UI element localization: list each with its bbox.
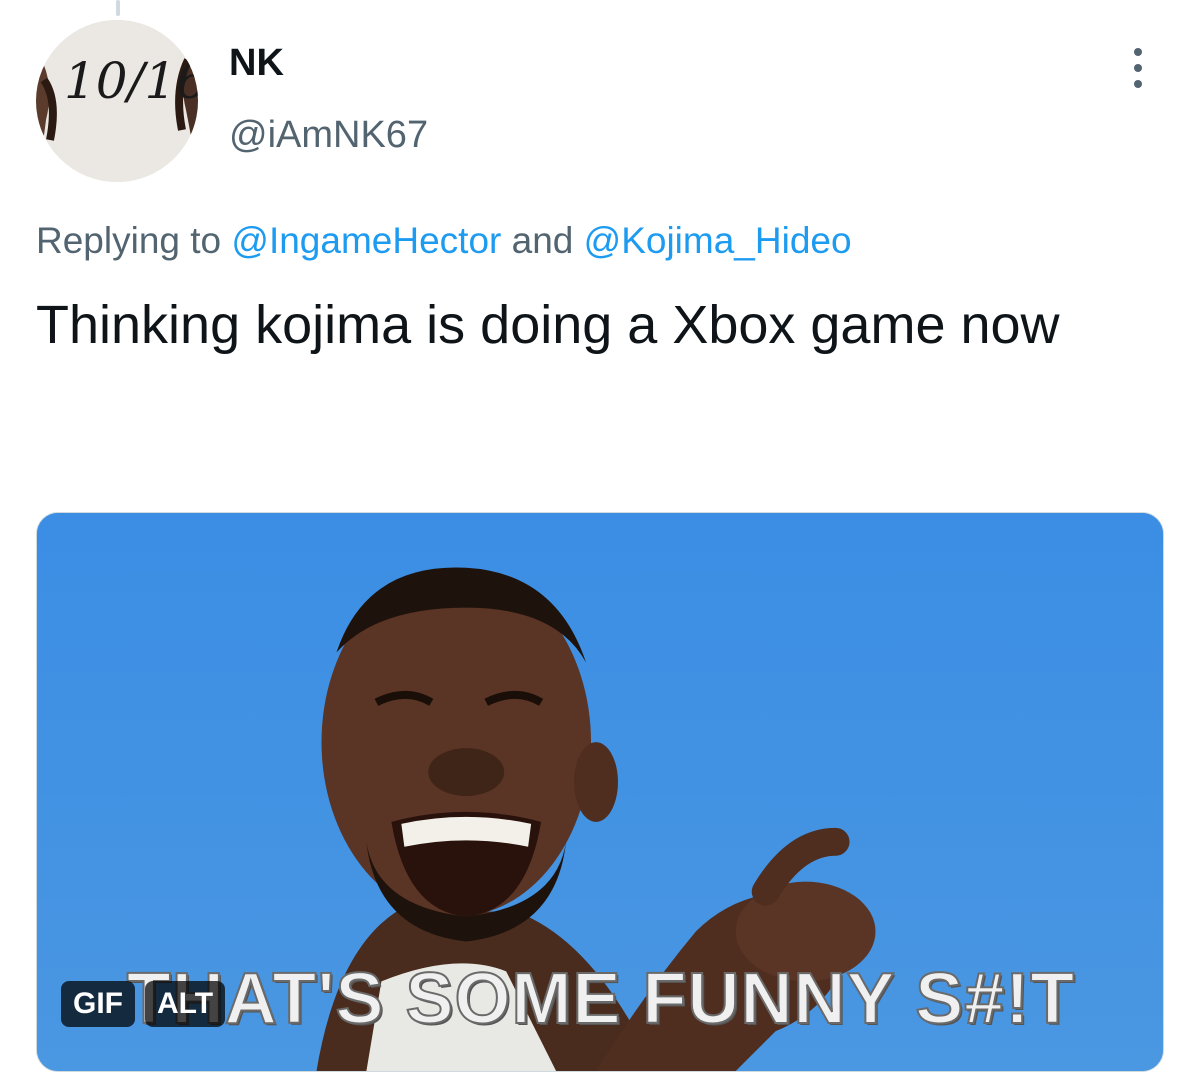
avatar[interactable]: 10/16 xyxy=(36,20,198,182)
author-handle[interactable]: @iAmNK67 xyxy=(229,116,428,154)
tweet-text: Thinking kojima is doing a Xbox game now xyxy=(36,295,1060,355)
more-options-button[interactable] xyxy=(1120,44,1156,94)
avatar-icon: 10/16 xyxy=(36,20,198,182)
alt-badge[interactable]: ALT xyxy=(145,981,226,1027)
gif-media[interactable]: THAT'S SOME FUNNY S#!T GIF ALT xyxy=(36,512,1164,1072)
more-options-icon xyxy=(1134,48,1142,88)
mention-link-ingamehector[interactable]: @IngameHector xyxy=(231,220,501,261)
media-badges: GIF ALT xyxy=(61,981,226,1027)
reply-and: and xyxy=(511,220,574,261)
replying-to-line: Replying to @IngameHector and @Kojima_Hi… xyxy=(36,219,852,263)
reply-prefix: Replying to xyxy=(36,220,222,261)
mention-link-kojima-hideo[interactable]: @Kojima_Hideo xyxy=(584,220,852,261)
gif-badge: GIF xyxy=(61,981,135,1027)
thread-connector-line xyxy=(116,0,120,16)
author-display-name[interactable]: NK xyxy=(229,44,284,82)
avatar-text: 10/16 xyxy=(64,52,198,110)
